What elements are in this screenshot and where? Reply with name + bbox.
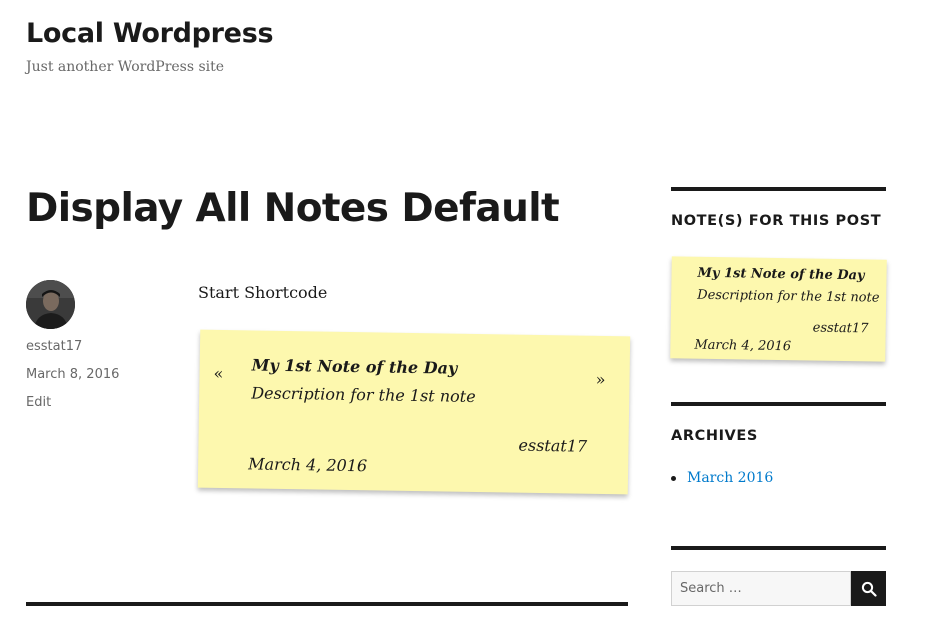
sticky-note: « » My 1st Note of the Day Description f… <box>197 329 631 495</box>
widget-divider <box>671 402 886 406</box>
note-date: March 4, 2016 <box>694 337 792 355</box>
site-description: Just another WordPress site <box>26 59 225 75</box>
edit-link[interactable]: Edit <box>26 395 51 410</box>
archives-list: March 2016 <box>671 470 773 486</box>
note-author: esstat17 <box>812 320 869 337</box>
search-icon <box>861 581 877 597</box>
note-description: Description for the 1st note <box>697 287 880 306</box>
avatar-image <box>26 280 75 329</box>
widget-divider <box>671 187 886 191</box>
note-title: My 1st Note of the Day <box>697 265 865 284</box>
list-item: March 2016 <box>671 470 773 486</box>
note-date: March 4, 2016 <box>248 454 368 476</box>
note-title: My 1st Note of the Day <box>251 355 458 378</box>
sidebar-sticky-note: My 1st Note of the Day Description for t… <box>670 256 887 362</box>
bullet-icon <box>671 475 676 481</box>
page-title: Display All Notes Default <box>26 186 560 231</box>
note-description: Description for the 1st note <box>251 383 476 406</box>
next-note-button[interactable]: » <box>596 370 606 389</box>
avatar[interactable] <box>26 280 75 329</box>
search-input[interactable] <box>671 571 851 606</box>
search-button[interactable] <box>851 571 886 606</box>
post-content-text: Start Shortcode <box>198 283 328 302</box>
archive-link[interactable]: March 2016 <box>687 470 773 486</box>
post-date[interactable]: March 8, 2016 <box>26 367 119 382</box>
widget-divider <box>671 546 886 550</box>
content-divider <box>26 602 628 606</box>
prev-note-button[interactable]: « <box>213 364 223 383</box>
archives-widget-title: ARCHIVES <box>671 428 758 444</box>
notes-widget-title: NOTE(S) FOR THIS POST <box>671 213 882 229</box>
post-author[interactable]: esstat17 <box>26 339 82 354</box>
note-author: esstat17 <box>518 435 588 456</box>
site-title[interactable]: Local Wordpress <box>26 18 274 49</box>
